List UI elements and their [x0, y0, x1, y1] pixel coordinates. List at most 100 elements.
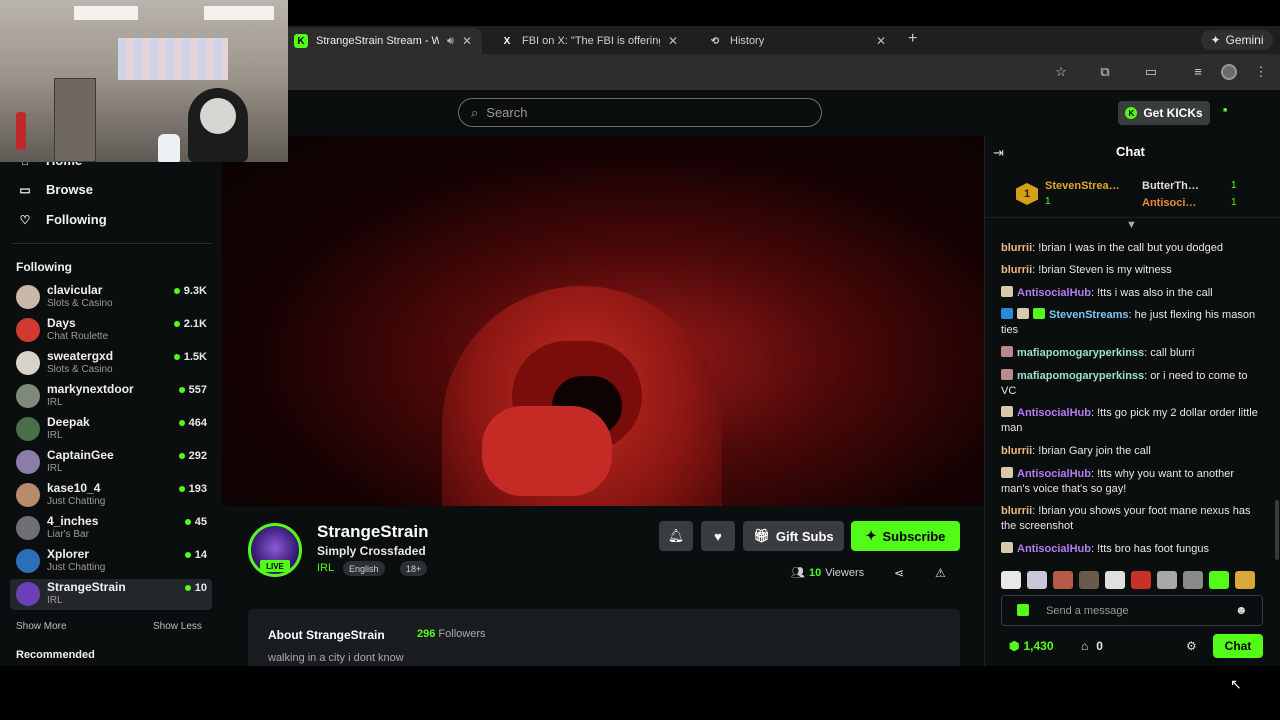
sidebar-channel-4-inches[interactable]: 4_inches Liar's Bar 45 — [10, 513, 212, 544]
chat-username[interactable]: blurrii — [1001, 264, 1032, 276]
avatar — [16, 549, 40, 573]
sidebar-channel-clavicular[interactable]: clavicular Slots & Casino 9.3K — [10, 282, 212, 313]
subscribe-button[interactable]: ✦ Subscribe — [851, 521, 960, 551]
menu-kebab-icon[interactable]: ⋮ — [1252, 64, 1270, 80]
collapse-chat-icon[interactable]: ⇥ — [993, 145, 1004, 161]
gifter-name[interactable]: StevenStrea… — [1045, 180, 1129, 192]
tab-strangestrain[interactable]: K StrangeStrain Stream - W 🔊︎ ✕ — [284, 28, 482, 54]
follow-heart-button[interactable]: ♥ — [701, 521, 735, 551]
bookmark-star-icon[interactable]: ☆ — [1052, 64, 1070, 80]
emote-icon[interactable] — [1157, 571, 1177, 589]
emote-icon[interactable] — [1027, 571, 1047, 589]
nav-label: Browse — [46, 182, 93, 197]
chat-username[interactable]: StevenStreams — [1049, 309, 1129, 321]
speaker-icon[interactable]: 🔊︎ — [447, 35, 454, 48]
search-placeholder: Search — [486, 105, 528, 120]
chat-settings-gear-icon[interactable]: ⚙ — [1186, 639, 1197, 653]
chat-scrollbar[interactable] — [1275, 500, 1279, 560]
viewer-count: 1.5K — [173, 351, 207, 363]
show-less-link[interactable]: Show Less — [153, 621, 202, 632]
sidebar-channel-captaingee[interactable]: CaptainGee IRL 292 — [10, 447, 212, 478]
chat-username[interactable]: blurrii — [1001, 505, 1032, 517]
stream-category-link[interactable]: IRL — [317, 562, 334, 574]
viewer-count: 193 — [178, 483, 207, 495]
expand-pinned-icon[interactable]: ▼ — [1126, 219, 1137, 231]
emoji-icon[interactable]: ☻ — [1235, 603, 1248, 617]
cast-icon[interactable]: ▭ — [1142, 64, 1160, 80]
live-dot-icon — [184, 519, 191, 525]
heart-icon: ♥ — [714, 528, 722, 544]
sidebar-channel-strangestrain[interactable]: StrangeStrain IRL 10 — [10, 579, 212, 610]
video-player[interactable] — [222, 136, 984, 506]
viewer-count: 14 — [184, 549, 207, 561]
new-tab-button[interactable]: + — [908, 30, 917, 48]
close-tab-icon[interactable]: ✕ — [462, 34, 472, 48]
profile-avatar[interactable] — [1221, 64, 1237, 80]
sidebar-nav-browse[interactable]: ▭ Browse — [18, 182, 93, 197]
chat-username[interactable]: AntisocialHub — [1017, 407, 1091, 419]
share-icon[interactable]: ⋖ — [894, 566, 904, 580]
channel-points[interactable]: ⬢ 1,430 — [1009, 639, 1054, 653]
sidebar-channel-xplorer[interactable]: Xplorer Just Chatting 14 — [10, 546, 212, 577]
chat-username[interactable]: AntisocialHub — [1017, 287, 1091, 299]
chat-username[interactable]: blurrii — [1001, 242, 1032, 254]
chat-username[interactable]: mafiapomogaryperkinss — [1017, 347, 1144, 359]
badge-icon — [1001, 346, 1013, 357]
search-input[interactable]: ⌕ Search — [458, 98, 822, 127]
sidebar-channel-deepak[interactable]: Deepak IRL 464 — [10, 414, 212, 445]
get-kicks-button[interactable]: K Get KICKs — [1118, 101, 1210, 125]
sidebar-divider — [12, 243, 212, 244]
gifter-name[interactable]: Antisoci… — [1142, 197, 1224, 209]
chat-username[interactable]: AntisocialHub — [1017, 468, 1091, 480]
sidebar-channel-days[interactable]: Days Chat Roulette 2.1K — [10, 315, 212, 346]
sidebar-channel-kase10-4[interactable]: kase10_4 Just Chatting 193 — [10, 480, 212, 511]
user-avatar-icon[interactable]: ■ — [1223, 107, 1227, 114]
sidebar-channel-markynextdoor[interactable]: markynextdoor IRL 557 — [10, 381, 212, 412]
chat-message: blurrii: !brian I was in the call but yo… — [1001, 242, 1223, 254]
chat-text: !tts i was also in the call — [1097, 287, 1213, 299]
gift-icon[interactable] — [1017, 604, 1029, 616]
avatar — [16, 318, 40, 342]
chat-username[interactable]: blurrii — [1001, 445, 1032, 457]
emote-icon[interactable] — [1183, 571, 1203, 589]
emote-icon[interactable] — [1079, 571, 1099, 589]
emote-icon[interactable] — [1131, 571, 1151, 589]
extensions-icon[interactable]: ⧉ — [1096, 64, 1114, 80]
close-tab-icon[interactable]: ✕ — [668, 34, 678, 48]
gemini-button[interactable]: ✦ Gemini — [1201, 30, 1273, 50]
emote-icon[interactable] — [1105, 571, 1125, 589]
tag-pill[interactable]: 18+ — [400, 561, 428, 576]
viewer-count-value: 1.5K — [183, 351, 207, 363]
gifter-count: 1 — [1231, 180, 1237, 191]
water-bottle — [158, 134, 180, 162]
stream-title: Simply Crossfaded — [317, 544, 426, 558]
tab-fbi-on-x[interactable]: X FBI on X: "The FBI is offering ✕ — [490, 28, 688, 54]
emote-icon[interactable] — [1001, 571, 1021, 589]
emote-icon[interactable] — [1053, 571, 1073, 589]
media-control-icon[interactable]: ≡ — [1189, 64, 1207, 79]
curtain — [118, 38, 228, 80]
chat-username[interactable]: AntisocialHub — [1017, 543, 1091, 555]
gift-subs-button[interactable]: 🎁︎ Gift Subs — [743, 521, 844, 551]
report-warning-icon[interactable]: ⚠ — [935, 566, 946, 580]
notification-bell-button[interactable]: 🔔︎ — [659, 521, 693, 551]
chat-send-button[interactable]: Chat — [1213, 634, 1263, 658]
streamer-name[interactable]: StrangeStrain — [317, 522, 428, 542]
close-tab-icon[interactable]: ✕ — [876, 34, 886, 48]
store-counter[interactable]: ⌂ 0 — [1081, 639, 1103, 653]
show-more-link[interactable]: Show More — [16, 621, 67, 632]
emote-icon[interactable] — [1235, 571, 1255, 589]
chat-message-input[interactable]: Send a message — [1001, 595, 1263, 626]
chat-message: AntisocialHub: !tts bro has foot fungus — [1001, 542, 1263, 557]
badge-icon — [1001, 467, 1013, 478]
tab-history[interactable]: ⟲ History ✕ — [698, 28, 896, 54]
sidebar-channel-sweatergxd[interactable]: sweatergxd Slots & Casino 1.5K — [10, 348, 212, 379]
sidebar-nav-following[interactable]: ♡ Following — [18, 212, 107, 227]
gift-icon: 🎁︎ — [753, 528, 770, 543]
chat-username[interactable]: mafiapomogaryperkinss — [1017, 370, 1144, 382]
tag-pill[interactable]: English — [343, 561, 385, 576]
channel-category: IRL — [47, 595, 63, 606]
gifter-name[interactable]: ButterTh… — [1142, 180, 1224, 192]
emote-icon[interactable] — [1209, 571, 1229, 589]
live-dot-icon — [173, 354, 180, 360]
